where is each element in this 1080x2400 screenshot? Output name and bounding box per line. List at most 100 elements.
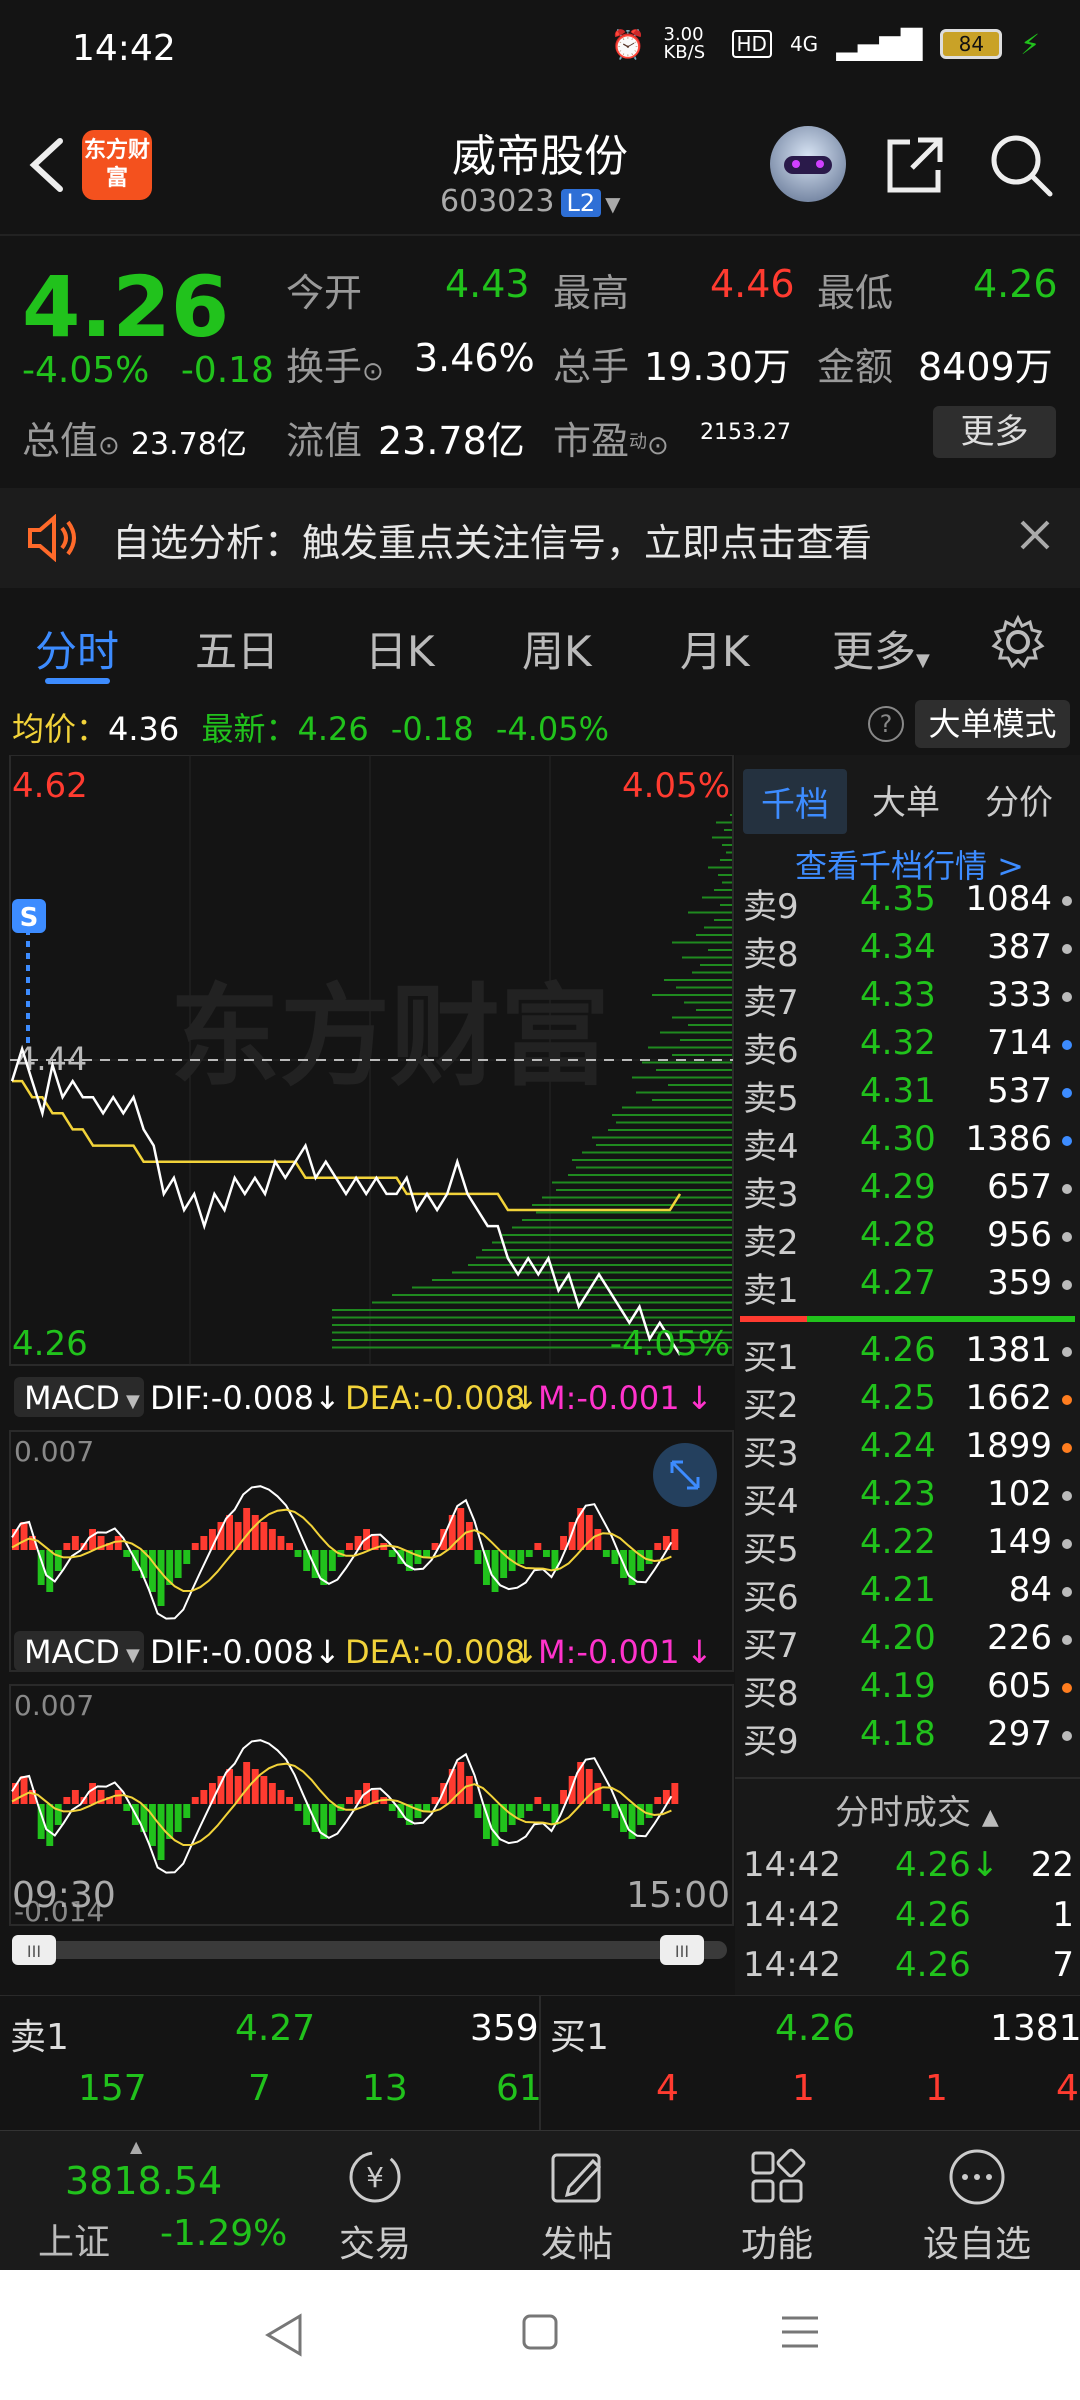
- macd-bar: [602, 1550, 610, 1557]
- order-dot-icon: [1062, 1184, 1072, 1194]
- tab-intraday[interactable]: 分时: [35, 618, 119, 679]
- ask-price: 4.29: [860, 1167, 936, 1207]
- trade-time: 14:42: [743, 1845, 841, 1885]
- more-button[interactable]: 更多: [933, 406, 1056, 458]
- ask-queue-item: 61: [496, 2068, 542, 2109]
- latest-price: 4.26: [297, 710, 369, 748]
- macd-bar: [645, 1550, 653, 1564]
- bid-row[interactable]: 买7 4.20 226: [735, 1618, 1080, 1666]
- signal-bars-icon: ▂▄▆█: [836, 27, 923, 61]
- signal-icon: 4G: [789, 32, 819, 56]
- bid-volume: 297: [987, 1714, 1052, 1754]
- nav-add-watchlist[interactable]: 设自选: [877, 2131, 1077, 2271]
- order-dot-icon: [1062, 1683, 1072, 1693]
- help-icon[interactable]: ?: [868, 706, 904, 742]
- macd-bar: [191, 1543, 199, 1550]
- nav-trade[interactable]: ¥ 交易: [275, 2131, 475, 2271]
- tab-big-orders[interactable]: 大单: [872, 775, 940, 824]
- macd-bar: [174, 1550, 182, 1578]
- y-top-label: 4.62: [12, 766, 88, 806]
- trade-volume: 7: [1052, 1945, 1074, 1985]
- ask-level-label: 卖1: [743, 1271, 799, 1311]
- close-icon[interactable]: [1018, 518, 1052, 552]
- dea-label-1: DEA:-0.008: [345, 1379, 525, 1417]
- nav-post[interactable]: 发帖: [477, 2131, 677, 2271]
- order-dot-icon: [1062, 1395, 1072, 1405]
- bid-row[interactable]: 买5 4.22 149: [735, 1522, 1080, 1570]
- bid-row[interactable]: 买4 4.23 102: [735, 1474, 1080, 1522]
- intraday-chart[interactable]: 东方财富 4.44 4.62 4.05% 4.26 -4.05% S MACD …: [0, 755, 735, 1995]
- ask-row[interactable]: 卖4 4.30 1386: [735, 1119, 1080, 1167]
- index-widget[interactable]: ▲ 3818.54 上证 -1.29%: [0, 2131, 290, 2271]
- macd-bar: [294, 1804, 302, 1811]
- bid-level-label: 买4: [743, 1482, 799, 1522]
- ask-level-label: 卖2: [743, 1223, 799, 1263]
- trade-price: 4.26: [895, 1895, 971, 1935]
- bid-volume: 102: [987, 1474, 1052, 1514]
- ask-row[interactable]: 卖5 4.31 537: [735, 1071, 1080, 1119]
- tab-daily-k[interactable]: 日K: [365, 618, 435, 679]
- macd-bar: [71, 1790, 79, 1804]
- home-square-icon[interactable]: [520, 2312, 560, 2352]
- tab-more[interactable]: 更多▼: [832, 618, 930, 679]
- back-triangle-icon[interactable]: [262, 2310, 306, 2360]
- tab-weekly-k[interactable]: 周K: [522, 618, 592, 679]
- ask-row[interactable]: 卖2 4.28 956: [735, 1215, 1080, 1263]
- search-icon[interactable]: [988, 132, 1054, 198]
- bid-row[interactable]: 买6 4.21 84: [735, 1570, 1080, 1618]
- bid-row[interactable]: 买1 4.26 1381: [735, 1330, 1080, 1378]
- change-line: -4.05% -0.18: [22, 350, 274, 391]
- ask-level-label: 卖3: [743, 1175, 799, 1215]
- share-icon[interactable]: [884, 134, 946, 196]
- order-dot-icon: [1062, 1136, 1072, 1146]
- order-dot-icon: [1062, 1443, 1072, 1453]
- nav-trade-label: 交易: [338, 2224, 411, 2265]
- bid-row[interactable]: 买8 4.19 605: [735, 1666, 1080, 1714]
- trades-title[interactable]: 分时成交 ▲: [835, 1785, 999, 1834]
- ask-row[interactable]: 卖6 4.32 714: [735, 1023, 1080, 1071]
- tab-monthly-k[interactable]: 月K: [680, 618, 750, 679]
- bid-row[interactable]: 买3 4.24 1899: [735, 1426, 1080, 1474]
- quick-bid-vol: 1381: [990, 2008, 1080, 2049]
- nav-functions[interactable]: 功能: [677, 2131, 877, 2271]
- macd-bar: [491, 1550, 499, 1592]
- ask-volume: 387: [987, 927, 1052, 967]
- turnover-value: 3.46%: [414, 336, 535, 380]
- ask-row[interactable]: 卖7 4.33 333: [735, 975, 1080, 1023]
- ask-row[interactable]: 卖3 4.29 657: [735, 1167, 1080, 1215]
- macd-bar: [20, 1522, 28, 1550]
- back-arrow-icon[interactable]: [22, 135, 72, 195]
- macd-bar: [671, 1529, 679, 1550]
- high-value: 4.46: [710, 262, 795, 306]
- ask-row[interactable]: 卖9 4.35 1084: [735, 879, 1080, 927]
- tab-price-distribution[interactable]: 分价: [985, 775, 1053, 824]
- big-order-mode-button[interactable]: 大单模式: [915, 700, 1070, 748]
- ask-level-label: 卖6: [743, 1031, 799, 1071]
- bid-row[interactable]: 买9 4.18 297: [735, 1714, 1080, 1762]
- order-dot-icon: [1062, 1731, 1072, 1741]
- macd-bar: [54, 1804, 62, 1825]
- robot-assistant-icon[interactable]: [770, 126, 846, 202]
- ask-row[interactable]: 卖1 4.27 359: [735, 1263, 1080, 1311]
- bid-price: 4.19: [860, 1666, 936, 1706]
- settings-gear-icon[interactable]: [990, 614, 1046, 670]
- ask-queue-item: 13: [362, 2068, 408, 2109]
- order-dot-icon: [1062, 1088, 1072, 1098]
- macd-label-2: MACD: [24, 1633, 120, 1671]
- bid-row[interactable]: 买2 4.25 1662: [735, 1378, 1080, 1426]
- recents-menu-icon[interactable]: [780, 2314, 820, 2350]
- macd-bar: [671, 1783, 679, 1804]
- macd-bar: [654, 1797, 662, 1804]
- notice-bar[interactable]: 自选分析：触发重点关注信号，立即点击查看: [0, 488, 1080, 588]
- pe-value: 2153.27: [700, 420, 791, 445]
- ask-price: 4.34: [860, 927, 936, 967]
- macd-bar: [243, 1508, 251, 1550]
- order-dot-icon: [1062, 896, 1072, 906]
- tab-five-day[interactable]: 五日: [195, 618, 279, 679]
- tab-thousand-levels[interactable]: 千档: [743, 769, 847, 834]
- net-speed: 3.00 KB/S: [663, 24, 706, 63]
- stock-code-row[interactable]: 603023 L2 ▼: [440, 184, 621, 219]
- ask-row[interactable]: 卖8 4.34 387: [735, 927, 1080, 975]
- watermark: 东方财富: [170, 976, 610, 1099]
- macd-bar: [294, 1550, 302, 1557]
